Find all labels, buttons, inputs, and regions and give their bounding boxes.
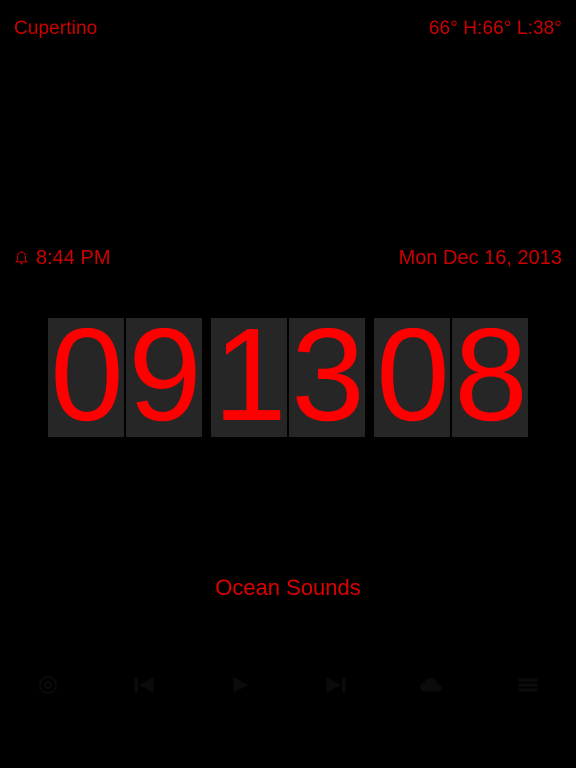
settings-button[interactable] <box>26 668 70 702</box>
alarm-date-row: 8:44 PM Mon Dec 16, 2013 <box>0 243 576 273</box>
right-controls <box>410 668 550 702</box>
weather-label[interactable]: 66° H:66° L:38° <box>429 19 562 38</box>
clock-digit-tile: 0 <box>374 318 450 437</box>
bell-icon <box>14 250 29 265</box>
clock-group-minutes[interactable]: 1 3 <box>211 318 365 437</box>
previous-track-icon <box>134 677 154 693</box>
play-icon <box>233 677 249 693</box>
night-stand-clock-screen: Cupertino 66° H:66° L:38° 8:44 PM Mon De… <box>0 0 576 768</box>
clock-digit: 8 <box>454 318 527 437</box>
clock-digit: 9 <box>128 318 201 437</box>
flip-clock[interactable]: 0 9 1 3 0 8 <box>48 318 528 437</box>
sound-label[interactable]: Ocean Sounds <box>0 575 576 601</box>
clock-digit-tile: 1 <box>211 318 287 437</box>
weather-button[interactable] <box>410 668 454 702</box>
alarm-time-label: 8:44 PM <box>36 247 111 269</box>
bottom-toolbar <box>0 660 576 710</box>
location-label[interactable]: Cupertino <box>14 19 97 38</box>
date-label: Mon Dec 16, 2013 <box>398 247 562 269</box>
previous-track-button[interactable] <box>122 668 166 702</box>
clock-digit-tile: 9 <box>126 318 202 437</box>
weather-cloud-icon <box>419 677 443 692</box>
list-button[interactable] <box>506 668 550 702</box>
clock-digit: 3 <box>291 318 364 437</box>
clock-digit-tile: 0 <box>48 318 124 437</box>
status-bar: Cupertino 66° H:66° L:38° <box>0 0 576 56</box>
clock-digit: 0 <box>50 318 123 437</box>
clock-digit-tile: 8 <box>452 318 528 437</box>
next-track-button[interactable] <box>314 668 358 702</box>
clock-group-seconds[interactable]: 0 8 <box>374 318 528 437</box>
settings-icon <box>39 676 57 694</box>
list-icon <box>518 678 538 692</box>
clock-digit: 1 <box>213 318 286 437</box>
next-track-icon <box>326 677 346 693</box>
clock-group-hours[interactable]: 0 9 <box>48 318 202 437</box>
media-controls <box>122 668 358 702</box>
alarm-indicator[interactable]: 8:44 PM <box>14 248 110 268</box>
clock-digit-tile: 3 <box>289 318 365 437</box>
clock-digit: 0 <box>376 318 449 437</box>
play-button[interactable] <box>218 668 262 702</box>
